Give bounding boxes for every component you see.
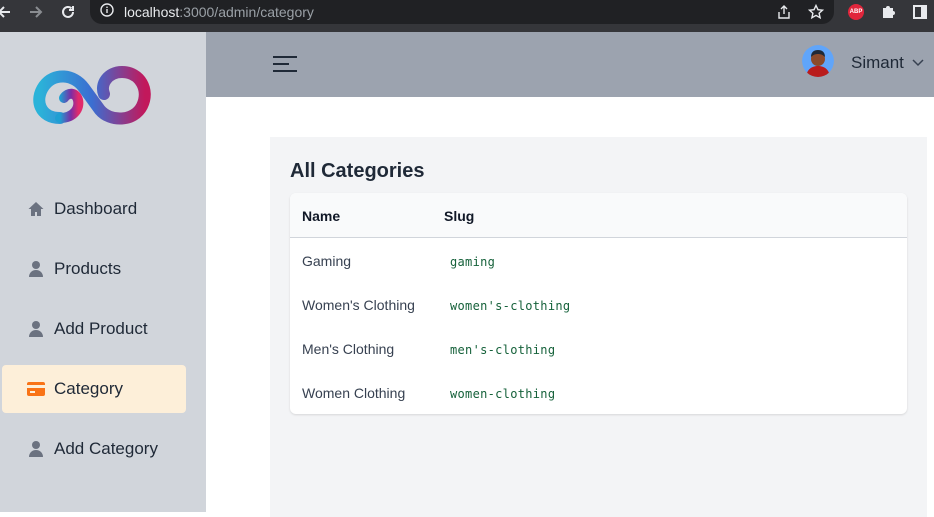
column-header-name: Name bbox=[302, 208, 341, 224]
page-title: All Categories bbox=[290, 160, 425, 182]
user-icon bbox=[26, 319, 46, 339]
info-icon[interactable] bbox=[100, 2, 114, 22]
browser-toolbar: localhost:3000/admin/category ABP bbox=[0, 0, 934, 32]
bookmark-star-icon[interactable] bbox=[806, 2, 826, 22]
top-header: Simant bbox=[206, 32, 934, 97]
sidebar-item-add-category[interactable]: Add Category bbox=[2, 425, 186, 473]
extensions-puzzle-icon[interactable] bbox=[878, 2, 898, 22]
category-slug: men's-clothing bbox=[450, 343, 556, 357]
chevron-down-icon[interactable] bbox=[911, 56, 925, 68]
sidebar: Dashboard Products Add Product Category … bbox=[0, 32, 206, 512]
table-row: Gaming gaming bbox=[290, 239, 907, 283]
home-icon bbox=[26, 199, 46, 219]
category-name: Women's Clothing bbox=[302, 297, 415, 313]
table-header: Name Slug bbox=[290, 193, 907, 238]
table-row: Women Clothing women-clothing bbox=[290, 371, 907, 414]
reload-icon[interactable] bbox=[58, 0, 78, 24]
table-row: Women's Clothing women's-clothing bbox=[290, 283, 907, 327]
forward-icon[interactable] bbox=[26, 0, 46, 24]
column-header-slug: Slug bbox=[444, 208, 475, 224]
categories-panel: All Categories Name Slug Gaming gaming W… bbox=[270, 137, 927, 517]
user-icon bbox=[26, 439, 46, 459]
sidebar-item-products[interactable]: Products bbox=[2, 245, 186, 293]
sidebar-item-dashboard[interactable]: Dashboard bbox=[2, 185, 186, 233]
category-slug: women-clothing bbox=[450, 387, 556, 401]
categories-table: Name Slug Gaming gaming Women's Clothing… bbox=[290, 193, 907, 414]
back-icon[interactable] bbox=[0, 0, 14, 24]
table-row: Men's Clothing men's-clothing bbox=[290, 327, 907, 371]
user-icon bbox=[26, 259, 46, 279]
category-name: Gaming bbox=[302, 253, 352, 269]
sidepanel-icon[interactable] bbox=[910, 2, 930, 22]
main-content: All Categories Name Slug Gaming gaming W… bbox=[206, 97, 934, 517]
user-name[interactable]: Simant bbox=[851, 53, 904, 73]
credit-card-icon bbox=[26, 379, 46, 399]
avatar[interactable] bbox=[802, 45, 834, 77]
share-icon[interactable] bbox=[774, 2, 794, 22]
category-slug: women's-clothing bbox=[450, 299, 571, 313]
url-text: localhost:3000/admin/category bbox=[124, 4, 314, 20]
sidebar-item-add-product[interactable]: Add Product bbox=[2, 305, 186, 353]
category-slug: gaming bbox=[450, 255, 496, 269]
brand-logo[interactable] bbox=[30, 62, 158, 128]
category-name: Men's Clothing bbox=[302, 341, 395, 357]
sidebar-item-category[interactable]: Category bbox=[2, 365, 186, 413]
address-bar[interactable]: localhost:3000/admin/category bbox=[90, 0, 834, 24]
adblock-extension-icon[interactable]: ABP bbox=[846, 2, 866, 22]
menu-toggle-icon[interactable] bbox=[272, 52, 298, 76]
category-name: Women Clothing bbox=[302, 385, 406, 401]
